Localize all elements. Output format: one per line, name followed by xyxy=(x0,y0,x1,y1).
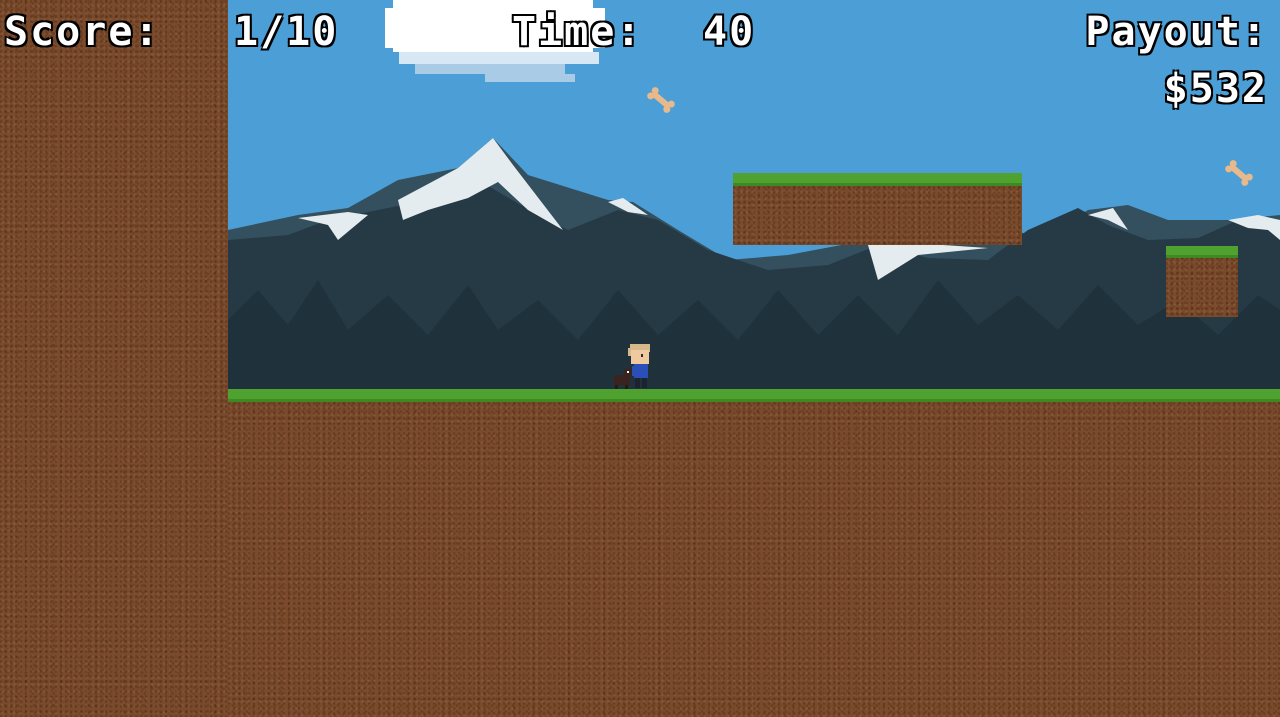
floating-platform-small xyxy=(1166,257,1238,317)
dirt-wall xyxy=(0,0,228,717)
floating-platform-small-grass xyxy=(1166,246,1238,258)
time-label: Time: xyxy=(511,8,643,56)
floating-platform-large xyxy=(733,186,1022,245)
mountain-range xyxy=(228,138,1280,395)
game-viewport[interactable]: Score: 1/10 Time: 40 Payout: $532 xyxy=(0,0,1280,717)
payout-label: Payout: xyxy=(1084,8,1268,56)
score-label: Score: xyxy=(3,8,161,56)
time-value: 40 xyxy=(702,8,756,56)
payout-value: $532 xyxy=(1163,65,1268,113)
player-character xyxy=(628,344,650,388)
floating-platform-large-grass xyxy=(733,173,1022,186)
ground-grass xyxy=(228,389,1280,402)
ground-dirt xyxy=(228,402,1280,717)
score-value: 1/10 xyxy=(233,8,339,56)
